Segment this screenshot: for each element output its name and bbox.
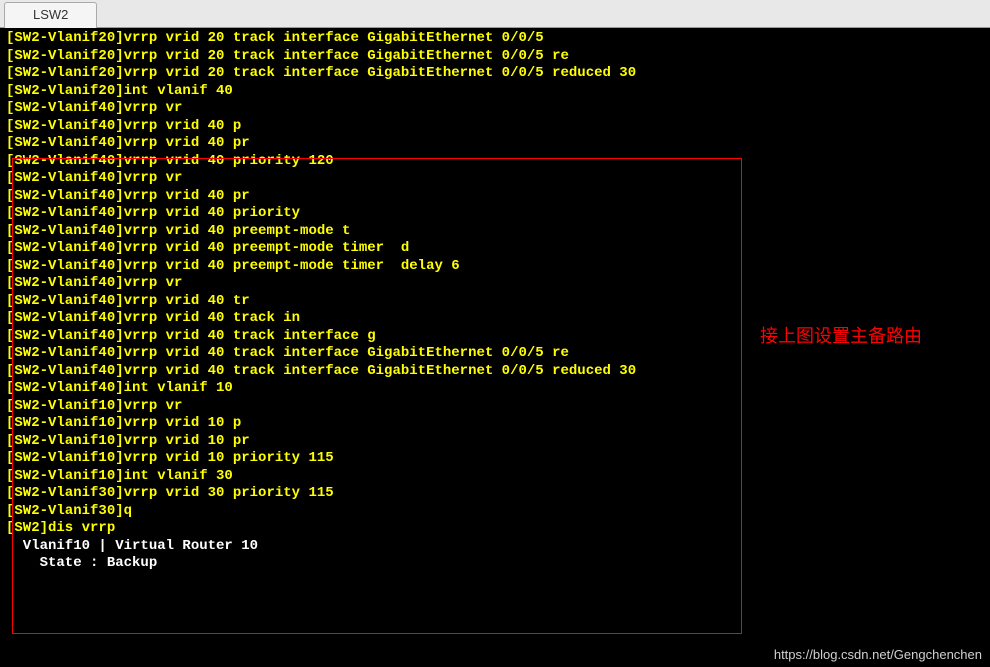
terminal-line: [SW2-Vlanif40]vrrp vrid 40 priority 120 xyxy=(6,153,984,171)
terminal-line: [SW2-Vlanif40]vrrp vrid 40 track interfa… xyxy=(6,363,984,381)
tab-lsw2[interactable]: LSW2 xyxy=(4,2,97,28)
terminal-line: [SW2-Vlanif20]vrrp vrid 20 track interfa… xyxy=(6,48,984,66)
terminal-line: [SW2-Vlanif10]vrrp vrid 10 priority 115 xyxy=(6,450,984,468)
terminal-line: State : Backup xyxy=(6,555,984,573)
terminal-line: [SW2-Vlanif20]int vlanif 40 xyxy=(6,83,984,101)
terminal-line: [SW2-Vlanif40]vrrp vrid 40 tr xyxy=(6,293,984,311)
terminal-output[interactable]: [SW2-Vlanif20]vrrp vrid 20 track interfa… xyxy=(0,28,990,667)
terminal-line: [SW2-Vlanif40]vrrp vrid 40 p xyxy=(6,118,984,136)
watermark-text: https://blog.csdn.net/Gengchenchen xyxy=(774,646,982,664)
terminal-line: [SW2-Vlanif40]vrrp vrid 40 pr xyxy=(6,135,984,153)
terminal-line: [SW2-Vlanif40]vrrp vr xyxy=(6,100,984,118)
terminal-line: [SW2-Vlanif20]vrrp vrid 20 track interfa… xyxy=(6,65,984,83)
terminal-line: [SW2-Vlanif40]vrrp vrid 40 pr xyxy=(6,188,984,206)
terminal-line: [SW2-Vlanif10]vrrp vrid 10 p xyxy=(6,415,984,433)
terminal-line: [SW2-Vlanif40]vrrp vr xyxy=(6,170,984,188)
terminal-line: Vlanif10 | Virtual Router 10 xyxy=(6,538,984,556)
terminal-line: [SW2]dis vrrp xyxy=(6,520,984,538)
terminal-line: [SW2-Vlanif40]int vlanif 10 xyxy=(6,380,984,398)
terminal-line: [SW2-Vlanif40]vrrp vrid 40 preempt-mode … xyxy=(6,258,984,276)
terminal-line: [SW2-Vlanif40]vrrp vrid 40 preempt-mode … xyxy=(6,240,984,258)
terminal-line: [SW2-Vlanif30]q xyxy=(6,503,984,521)
terminal-line: [SW2-Vlanif40]vrrp vrid 40 priority xyxy=(6,205,984,223)
terminal-line: [SW2-Vlanif10]int vlanif 30 xyxy=(6,468,984,486)
annotation-text: 接上图设置主备路由 xyxy=(760,323,922,349)
terminal-line: [SW2-Vlanif10]vrrp vr xyxy=(6,398,984,416)
terminal-line: [SW2-Vlanif40]vrrp vrid 40 preempt-mode … xyxy=(6,223,984,241)
terminal-line: [SW2-Vlanif10]vrrp vrid 10 pr xyxy=(6,433,984,451)
terminal-line: [SW2-Vlanif30]vrrp vrid 30 priority 115 xyxy=(6,485,984,503)
terminal-line: [SW2-Vlanif40]vrrp vr xyxy=(6,275,984,293)
tab-bar: LSW2 xyxy=(0,0,990,28)
terminal-line: [SW2-Vlanif20]vrrp vrid 20 track interfa… xyxy=(6,30,984,48)
